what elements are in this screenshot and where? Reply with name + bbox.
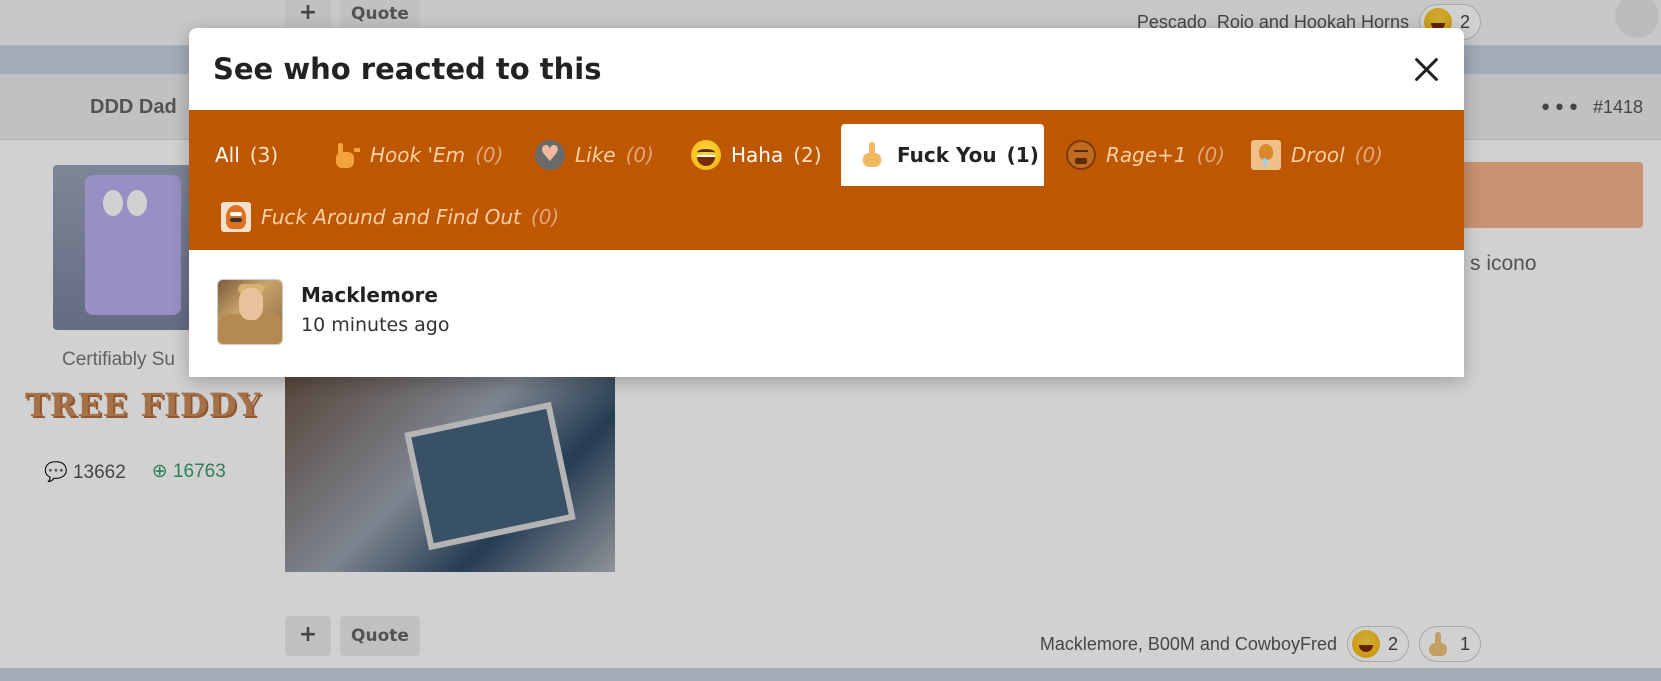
tab-fuck-you[interactable]: Fuck You (1) [841,124,1044,186]
hook-em-horns-icon [330,140,360,170]
tab-like[interactable]: Like (0) [519,124,670,186]
tab-drool[interactable]: Drool (0) [1235,124,1399,186]
haha-emoji-icon [691,140,721,170]
heart-like-icon [535,140,565,170]
gritty-mascot-icon [221,202,251,232]
reaction-list: Macklemore 10 minutes ago [189,250,1464,377]
avatar[interactable] [217,279,283,345]
tab-rage-plus-one[interactable]: Rage+1 (0) [1050,124,1241,186]
reactor-username[interactable]: Macklemore [301,283,450,307]
reactions-dialog: See who reacted to this All (3) Hook 'Em… [189,28,1464,377]
rage-face-icon [1066,140,1096,170]
close-icon[interactable] [1412,55,1440,83]
tab-haha[interactable]: Haha (2) [675,124,838,186]
middle-finger-icon [857,140,887,170]
reaction-time: 10 minutes ago [301,314,450,336]
drool-icon [1251,140,1281,170]
tab-fuck-around-and-find-out[interactable]: Fuck Around and Find Out (0) [205,186,575,248]
dialog-header: See who reacted to this [189,28,1464,110]
tab-hook-em[interactable]: Hook 'Em (0) [314,124,519,186]
reactor-info: Macklemore 10 minutes ago [301,279,450,345]
reaction-tabs: All (3) Hook 'Em (0) Like (0) Haha (2) F… [189,110,1464,250]
dialog-title: See who reacted to this [213,52,602,86]
tab-all[interactable]: All (3) [199,124,294,186]
list-item: Macklemore 10 minutes ago [217,279,450,345]
